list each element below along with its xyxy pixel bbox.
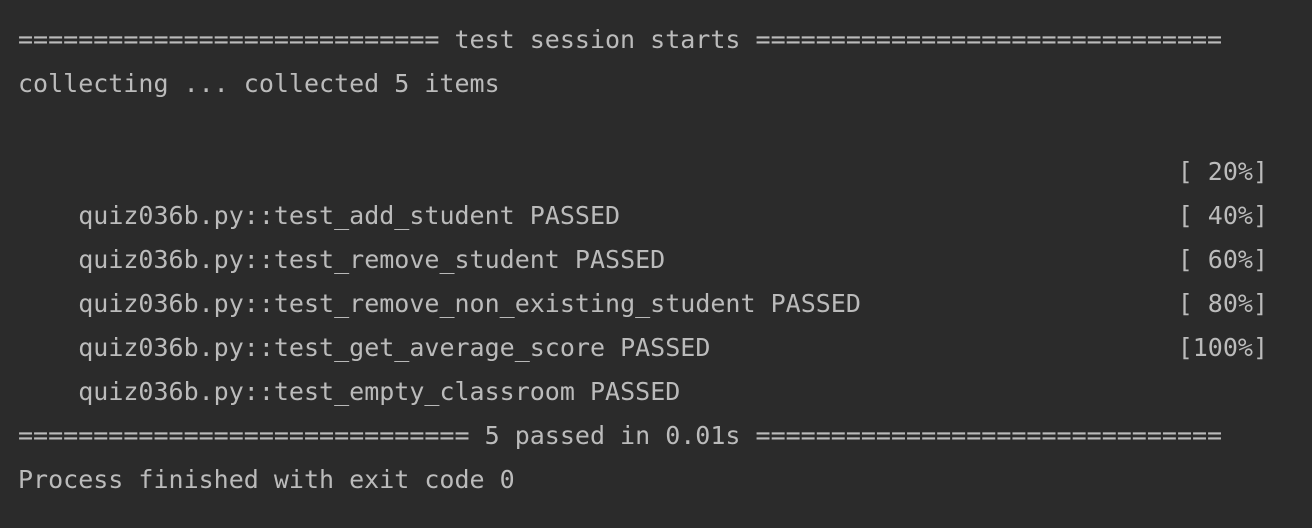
test-progress: [ 80%] [1177,289,1268,318]
session-start-header: ============================ test sessio… [18,25,1223,54]
exit-code-line: Process finished with exit code 0 [18,465,515,494]
test-progress: [ 60%] [1177,245,1268,274]
test-progress: [ 20%] [1177,157,1268,186]
console-output[interactable]: ============================ test sessio… [0,0,1312,528]
collecting-status: collecting ... collected 5 items [18,69,500,98]
test-result-row: quiz036b.py::test_add_student PASSED [ 2… [18,150,1268,230]
test-name: quiz036b.py::test_empty_classroom [78,377,575,406]
test-result-row: quiz036b.py::test_remove_student PASSED … [18,194,1268,274]
test-result-row: quiz036b.py::test_empty_classroom PASSED… [18,326,1268,406]
summary-line: ============================== 5 passed … [18,421,1223,450]
test-result-row: quiz036b.py::test_get_average_score PASS… [18,282,1268,362]
test-status: PASSED [589,377,681,406]
test-result-row: quiz036b.py::test_remove_non_existing_st… [18,238,1268,318]
test-progress: [100%] [1177,333,1268,362]
test-progress: [ 40%] [1177,201,1268,230]
